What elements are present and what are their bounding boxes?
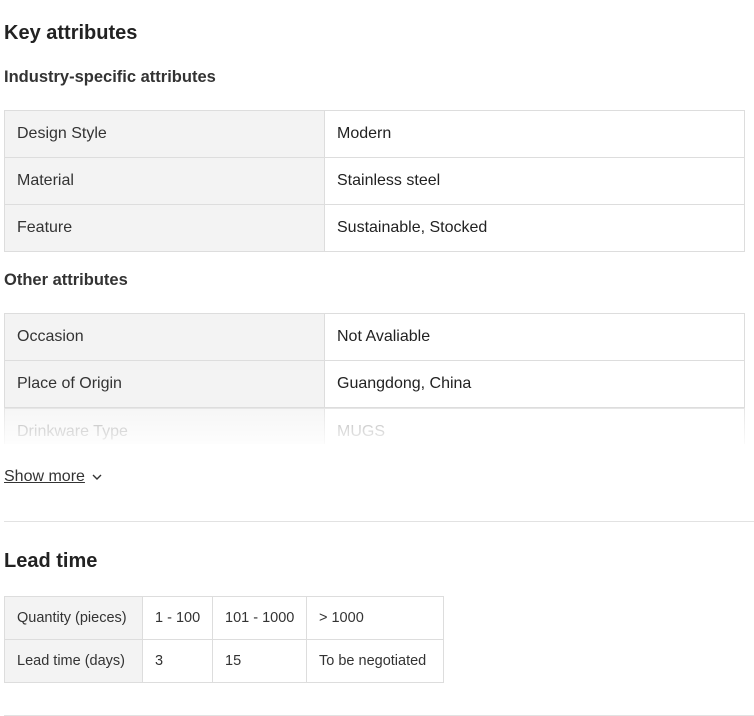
show-more-label: Show more: [4, 468, 85, 485]
industry-attributes-table: Design Style Modern Material Stainless s…: [4, 110, 745, 252]
chevron-down-icon: [92, 474, 102, 480]
attribute-value: Stainless steel: [324, 157, 745, 205]
quantity-range: 1 - 100: [142, 596, 213, 640]
attribute-key: Occasion: [4, 313, 325, 361]
attribute-row: Place of Origin Guangdong, China: [4, 360, 745, 408]
attribute-key: Feature: [4, 204, 325, 252]
table-row: Quantity (pieces) 1 - 100 101 - 1000 > 1…: [4, 596, 444, 640]
show-more-link[interactable]: Show more: [4, 468, 103, 486]
attribute-value: Sustainable, Stocked: [324, 204, 745, 252]
quantity-range: 101 - 1000: [212, 596, 307, 640]
attribute-row: Material Stainless steel: [4, 157, 745, 205]
key-attributes-title: Key attributes: [4, 22, 138, 44]
attribute-key: Place of Origin: [4, 360, 325, 408]
lead-time-table: Quantity (pieces) 1 - 100 101 - 1000 > 1…: [4, 596, 444, 683]
lead-time-title: Lead time: [4, 550, 98, 572]
faded-attribute-row: Drinkware Type MUGS: [4, 408, 745, 444]
other-attributes-title: Other attributes: [4, 271, 128, 289]
attribute-key: Drinkware Type: [4, 408, 325, 444]
attribute-row: Occasion Not Avaliable: [4, 313, 745, 361]
attribute-value: Guangdong, China: [324, 360, 745, 408]
quantity-header: Quantity (pieces): [4, 596, 143, 640]
attribute-row: Feature Sustainable, Stocked: [4, 204, 745, 252]
attribute-row: Design Style Modern: [4, 110, 745, 158]
attribute-key: Design Style: [4, 110, 325, 158]
industry-attributes-title: Industry-specific attributes: [4, 68, 216, 86]
attribute-value: Not Avaliable: [324, 313, 745, 361]
attribute-row: Drinkware Type MUGS: [4, 408, 745, 444]
attribute-value: Modern: [324, 110, 745, 158]
attribute-key: Material: [4, 157, 325, 205]
attribute-value: MUGS: [324, 408, 745, 444]
lead-time-value: To be negotiated: [306, 639, 444, 683]
table-row: Lead time (days) 3 15 To be negotiated: [4, 639, 444, 683]
lead-time-header: Lead time (days): [4, 639, 143, 683]
section-divider: [4, 521, 754, 522]
lead-time-value: 3: [142, 639, 213, 683]
lead-time-value: 15: [212, 639, 307, 683]
quantity-range: > 1000: [306, 596, 444, 640]
other-attributes-table: Occasion Not Avaliable Place of Origin G…: [4, 313, 745, 408]
